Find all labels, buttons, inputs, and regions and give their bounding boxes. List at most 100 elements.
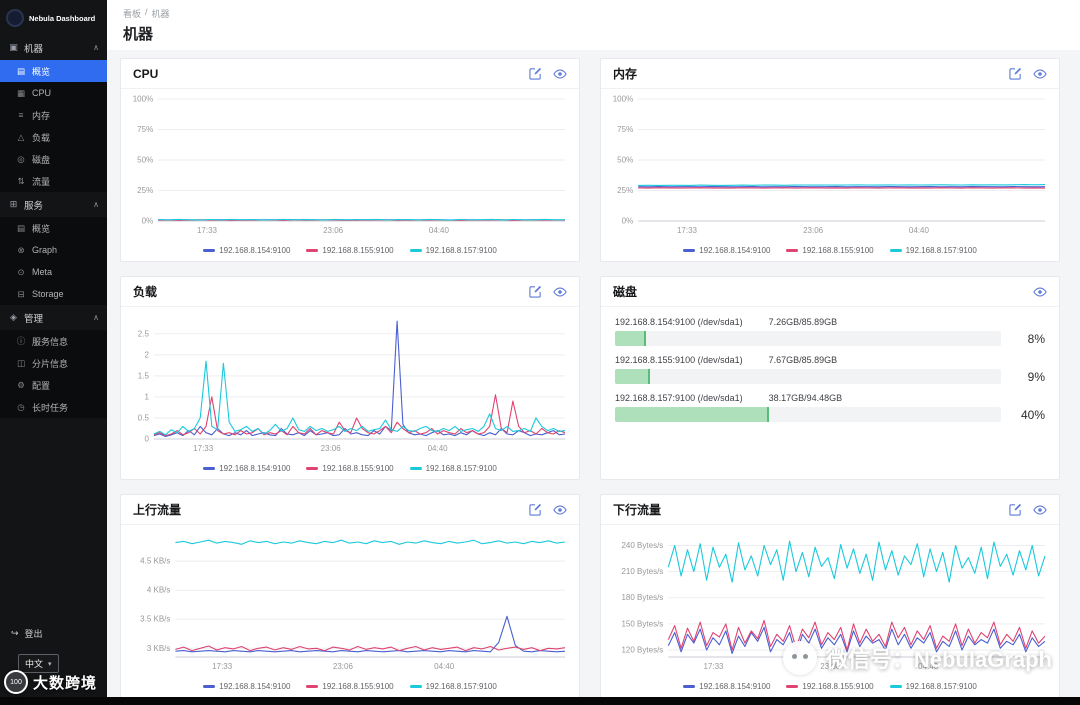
sidebar-section-management[interactable]: ◈ 管理 ∧ [0, 305, 107, 330]
sidebar-item-load[interactable]: △ 负载 [0, 126, 107, 148]
meta-icon: ⊙ [17, 266, 25, 277]
cpu-chart[interactable]: 0% 25% 50% 75% 100% 17:33 23:06 04:40 [129, 91, 571, 239]
item-label: Storage [32, 289, 64, 299]
legend-item[interactable]: 192.168.8.154:9100 [683, 682, 770, 691]
svg-text:50%: 50% [137, 156, 153, 165]
memory-chart[interactable]: 0% 25% 50% 75% 100% 17:33 23:06 04:40 [609, 91, 1051, 239]
bottom-black-bar [0, 697, 1080, 705]
memory-card: 内存 0% 25% 50% 75% 100% 17:33 23:06 04:40 192.16… [600, 58, 1060, 262]
card-header: 下行流量 [601, 495, 1059, 525]
legend-label: 192.168.8.155:9100 [322, 245, 394, 255]
upstream-card: 上行流量 3 KB/s 3.5 KB/s 4 KB/s 4.5 KB/s 17:33 23… [120, 494, 580, 698]
traffic-icon: ⇅ [17, 175, 25, 186]
svg-text:0%: 0% [142, 217, 154, 226]
sidebar-item-storage[interactable]: ⊟ Storage [0, 283, 107, 305]
legend-item[interactable]: 192.168.8.155:9100 [306, 245, 394, 255]
eye-icon [553, 505, 567, 514]
watermark-corner: 100 大数跨境 [4, 670, 97, 694]
legend-label: 192.168.8.155:9100 [802, 245, 874, 255]
svg-text:120 Bytes/s: 120 Bytes/s [621, 646, 663, 655]
legend-marker [786, 684, 799, 688]
legend-item[interactable]: 192.168.8.154:9100 [203, 464, 290, 473]
edit-chart-button[interactable] [1009, 503, 1022, 516]
legend-label: 192.168.8.157:9100 [425, 245, 497, 255]
chart-legend: 192.168.8.154:9100 192.168.8.155:9100 19… [129, 675, 571, 697]
legend-marker [203, 684, 216, 688]
disk-host-label: 192.168.8.154:9100 (/dev/sda1) [615, 317, 743, 327]
legend-label: 192.168.8.157:9100 [905, 681, 977, 691]
item-label: 流量 [32, 176, 51, 187]
legend-label: 192.168.8.157:9100 [425, 463, 497, 473]
legend-item[interactable]: 192.168.8.155:9100 [786, 245, 874, 255]
section-label: 管理 [24, 313, 44, 325]
chevron-up-icon: ∧ [93, 43, 99, 52]
nebula-logo-icon [6, 9, 24, 27]
edit-chart-button[interactable] [529, 503, 542, 516]
legend-item[interactable]: 192.168.8.154:9100 [683, 246, 770, 255]
card-body: 3 KB/s 3.5 KB/s 4 KB/s 4.5 KB/s 17:33 23:06 04… [121, 525, 579, 697]
legend-item[interactable]: 192.168.8.157:9100 [889, 681, 977, 691]
edit-chart-button[interactable] [529, 67, 542, 80]
sidebar-item-graph[interactable]: ⊗ Graph [0, 239, 107, 261]
disk-usage-fill [615, 331, 646, 346]
section-label: 机器 [24, 43, 44, 55]
section-label: 服务 [24, 200, 44, 212]
view-chart-button[interactable] [1033, 68, 1047, 80]
legend-item[interactable]: 192.168.8.155:9100 [786, 682, 874, 691]
logout-button[interactable]: ↪ 登出 [0, 623, 54, 643]
item-label: 负载 [32, 132, 51, 143]
sidebar-section-service[interactable]: ⊞ 服务 ∧ [0, 192, 107, 217]
legend-label: 192.168.8.157:9100 [425, 681, 497, 691]
eye-icon [1033, 287, 1047, 296]
svg-text:100%: 100% [613, 95, 633, 104]
load-chart[interactable]: 0 0.5 1 1.5 2 2.5 17:33 23:06 04:40 [129, 309, 571, 457]
disk-usage-bar [615, 331, 1001, 346]
sidebar-item-long-tasks[interactable]: ◷ 长时任务 [0, 396, 107, 418]
sidebar-item-config[interactable]: ⚙ 配置 [0, 374, 107, 396]
svg-text:23:06: 23:06 [803, 226, 824, 235]
legend-item[interactable]: 192.168.8.157:9100 [409, 245, 497, 255]
disk-bar-row: 8% [615, 331, 1045, 346]
sidebar-item-memory[interactable]: ≡ 内存 [0, 104, 107, 126]
edit-chart-button[interactable] [529, 285, 542, 298]
page-header: 看板 / 机器 机器 [107, 0, 1080, 50]
legend-item[interactable]: 192.168.8.155:9100 [306, 464, 394, 473]
legend-item[interactable]: 192.168.8.157:9100 [409, 463, 497, 473]
sidebar-item-disk[interactable]: ◎ 磁盘 [0, 148, 107, 170]
disk-usage-value: 7.26GB/85.89GB [768, 317, 838, 327]
sidebar-item-traffic[interactable]: ⇅ 流量 [0, 170, 107, 192]
sidebar-item-cpu[interactable]: ▦ CPU [0, 82, 107, 104]
legend-item[interactable]: 192.168.8.157:9100 [409, 681, 497, 691]
legend-item[interactable]: 192.168.8.154:9100 [203, 682, 290, 691]
legend-item[interactable]: 192.168.8.157:9100 [889, 246, 977, 255]
sidebar-item-overview[interactable]: ▤ 概览 [0, 60, 107, 82]
sidebar-item-partition-info[interactable]: ◫ 分片信息 [0, 352, 107, 374]
page-title: 机器 [123, 26, 154, 43]
sidebar-item-service-overview[interactable]: ▤ 概览 [0, 217, 107, 239]
upstream-chart[interactable]: 3 KB/s 3.5 KB/s 4 KB/s 4.5 KB/s 17:33 23:06 04… [129, 527, 571, 675]
watermark-corner-text: 大数跨境 [33, 674, 98, 692]
watermark-wechat: 微信号：NebulaGraph [782, 641, 1052, 675]
legend-label: 192.168.8.154:9100 [699, 245, 771, 255]
legend-item[interactable]: 192.168.8.154:9100 [203, 246, 290, 255]
svg-text:4.5 KB/s: 4.5 KB/s [140, 557, 170, 566]
card-header: 内存 [601, 59, 1059, 89]
legend-item[interactable]: 192.168.8.155:9100 [306, 682, 394, 691]
watermark-logo-icon: 100 [4, 670, 28, 694]
view-chart-button[interactable] [1033, 504, 1047, 516]
sidebar-item-service-info[interactable]: ⓘ 服务信息 [0, 330, 107, 352]
breadcrumb-dashboard[interactable]: 看板 [123, 7, 141, 20]
legend-marker [306, 248, 319, 252]
eye-icon [553, 69, 567, 78]
sidebar-item-meta[interactable]: ⊙ Meta [0, 261, 107, 283]
view-chart-button[interactable] [553, 286, 567, 298]
sidebar-section-machine[interactable]: ▣ 机器 ∧ [0, 35, 107, 60]
view-chart-button[interactable] [553, 504, 567, 516]
view-chart-button[interactable] [1033, 286, 1047, 298]
load-card: 负载 0 0.5 1 1.5 2 2.5 17:33 23:06 04:40 192.168.8… [120, 276, 580, 480]
edit-chart-button[interactable] [1009, 67, 1022, 80]
svg-text:17:33: 17:33 [677, 226, 698, 235]
svg-text:3 KB/s: 3 KB/s [147, 644, 171, 653]
view-chart-button[interactable] [553, 68, 567, 80]
disk-usage-bar [615, 407, 1001, 422]
